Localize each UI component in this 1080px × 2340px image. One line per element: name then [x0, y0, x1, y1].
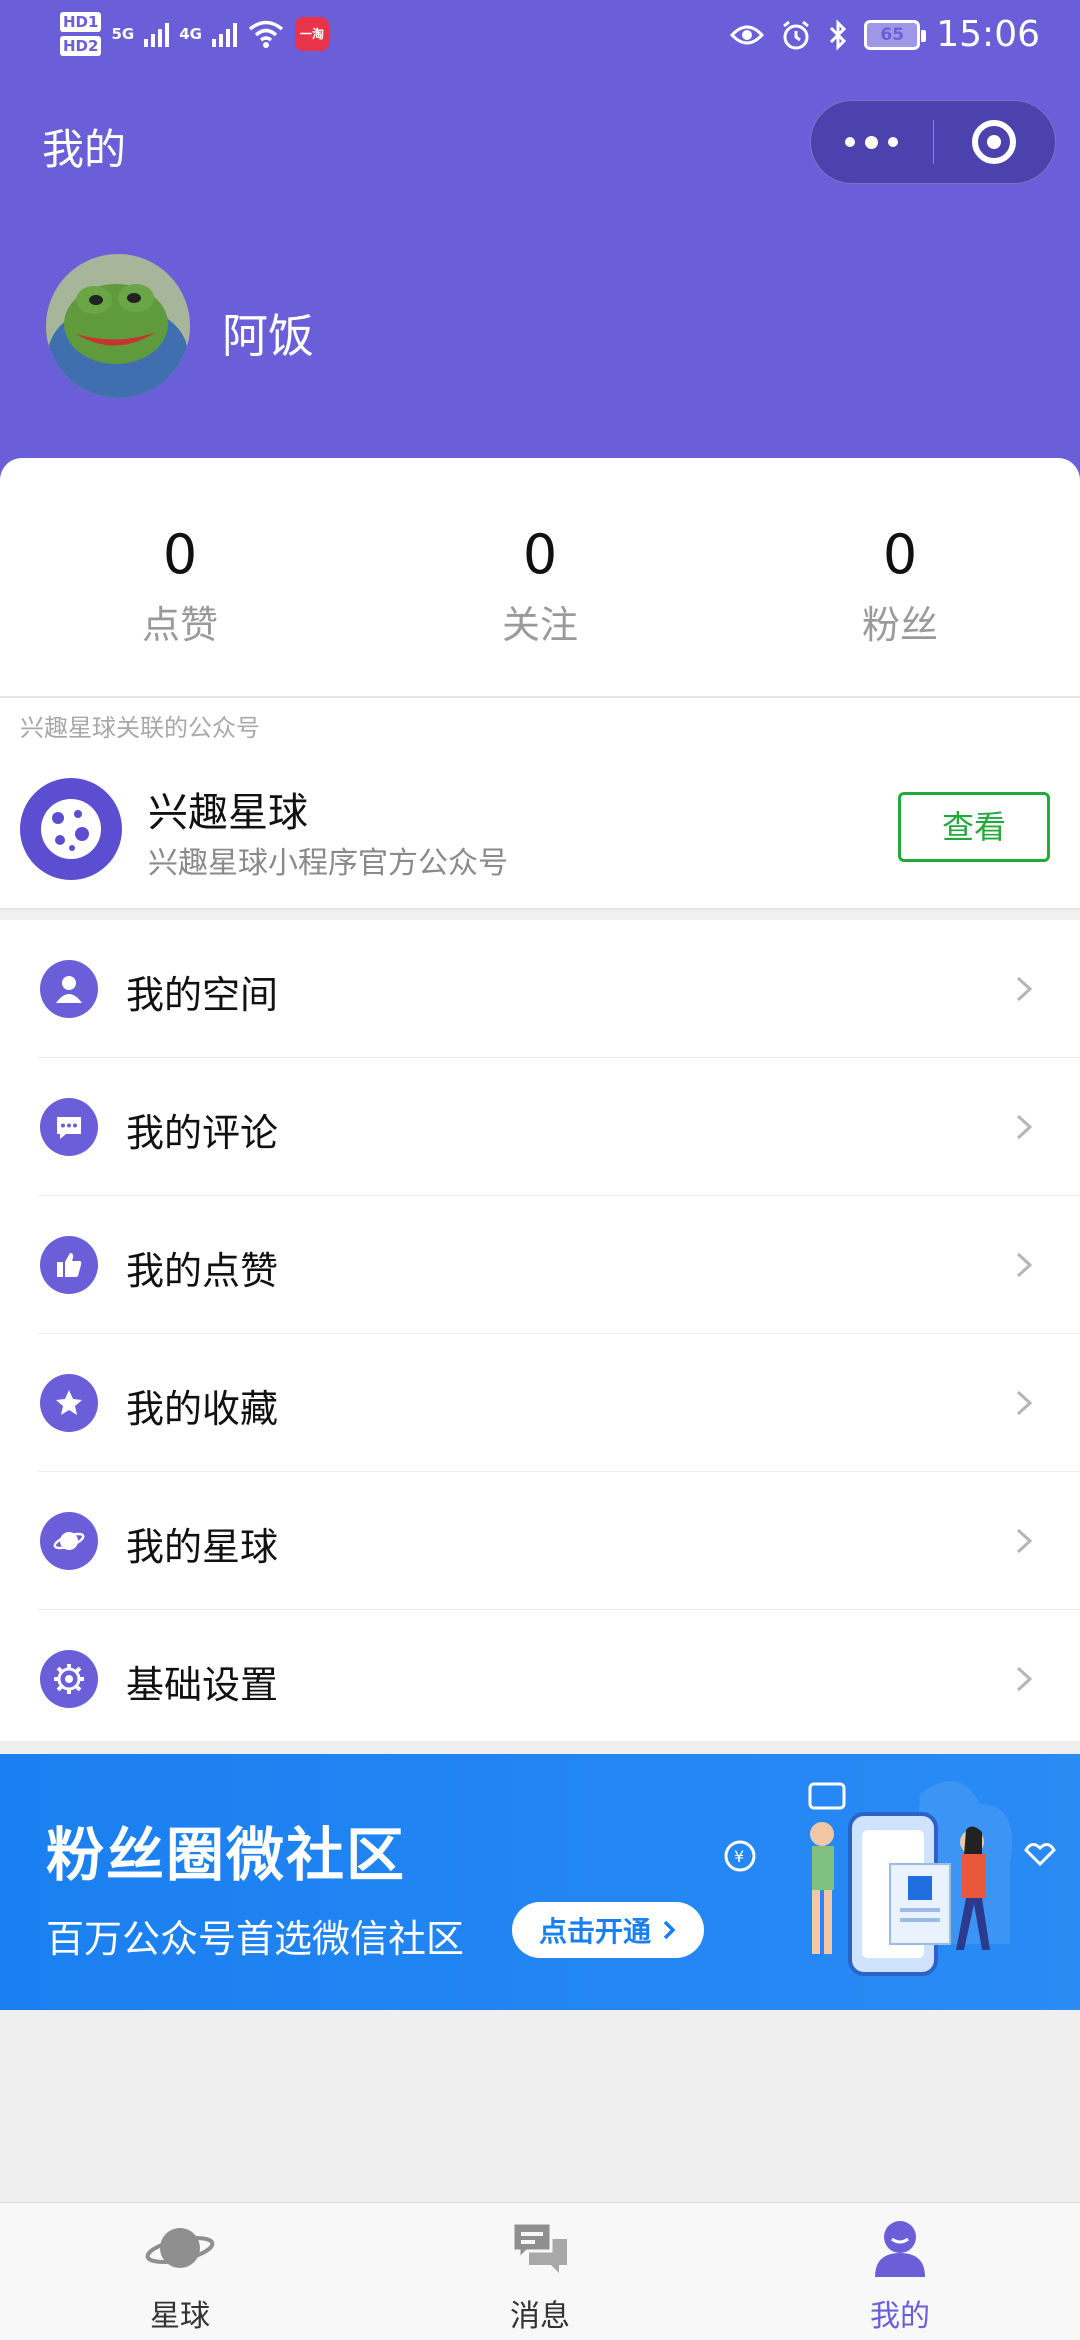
community-illustration: ¥: [724, 1781, 1056, 1976]
thumbs-up-icon: [40, 1236, 98, 1294]
stat-followers[interactable]: 0 粉丝: [800, 520, 1000, 649]
stat-label: 关注: [501, 603, 578, 647]
menu-item-label: 我的点赞: [126, 1249, 279, 1293]
battery-icon: 65: [864, 19, 927, 50]
chevron-right-icon: [1016, 1390, 1033, 1416]
cookie-planet-icon: [41, 799, 101, 859]
svg-text:¥: ¥: [734, 1847, 744, 1866]
signal-icon: [211, 21, 237, 47]
profile-card: 0 点赞 0 关注 0 粉丝 兴趣星球关联的公众号 兴趣星球 兴趣星球小程序官方…: [0, 458, 1080, 1741]
miniprogram-capsule: [810, 100, 1056, 184]
official-account-name: 兴趣星球: [148, 790, 308, 836]
planet-icon: [40, 1512, 98, 1570]
menu-item-label: 我的收藏: [126, 1387, 279, 1431]
alarm-icon: [783, 20, 810, 49]
wifi-icon: [248, 20, 284, 48]
star-icon: [40, 1374, 98, 1432]
avatar[interactable]: [46, 254, 190, 398]
menu-item-label: 我的星球: [126, 1525, 279, 1569]
more-button[interactable]: [811, 100, 933, 184]
frog-avatar-image: [46, 254, 190, 398]
user-name: 阿饭: [222, 309, 314, 363]
person-icon: [875, 2221, 925, 2277]
promo-banner[interactable]: 粉丝圈微社区 百万公众号首选微信社区 点击开通 ¥: [0, 1754, 1080, 2010]
user-icon: [40, 960, 98, 1018]
comment-icon: [40, 1098, 98, 1156]
menu-item-my-comments[interactable]: 我的评论: [0, 1058, 1080, 1196]
tab-planet[interactable]: 星球: [80, 2217, 280, 2335]
banner-button-label: 点击开通: [538, 1915, 651, 1948]
hd2-indicator: HD2: [60, 36, 102, 56]
bluetooth-icon: [830, 18, 847, 51]
chat-icon: [511, 2221, 567, 2273]
planet-icon: [145, 2228, 215, 2268]
banner-subtitle: 百万公众号首选微信社区: [46, 1917, 465, 1961]
stat-likes[interactable]: 0 点赞: [80, 520, 280, 649]
network-4g-label: 4G: [179, 25, 202, 43]
tab-label: 星球: [150, 2299, 210, 2334]
menu-item-my-planet[interactable]: 我的星球: [0, 1472, 1080, 1610]
stats-row: 0 点赞 0 关注 0 粉丝: [0, 458, 1080, 698]
target-icon: [972, 120, 1017, 164]
tab-label: 消息: [510, 2299, 570, 2334]
status-time: 15:06: [936, 14, 1040, 55]
menu-list: 我的空间 我的评论 我的点赞 我的收藏 我的星球 基础设置: [0, 920, 1080, 1748]
menu-item-label: 我的空间: [126, 973, 279, 1017]
stat-value: 0: [162, 523, 198, 586]
close-miniprogram-button[interactable]: [934, 100, 1056, 184]
chevron-right-icon: [1016, 1114, 1033, 1140]
banner-open-button[interactable]: 点击开通: [512, 1902, 704, 1958]
more-dots-icon: [845, 135, 899, 149]
chevron-right-icon: [1016, 1666, 1033, 1692]
menu-item-label: 我的评论: [126, 1111, 279, 1155]
official-account-card: 兴趣星球关联的公众号 兴趣星球 兴趣星球小程序官方公众号 查看: [0, 696, 1080, 910]
view-official-account-button[interactable]: 查看: [898, 792, 1050, 862]
signal-icon: [144, 21, 170, 47]
official-account-description: 兴趣星球小程序官方公众号: [148, 846, 508, 881]
menu-item-settings[interactable]: 基础设置: [0, 1610, 1080, 1748]
stat-label: 点赞: [141, 603, 218, 647]
tab-label: 我的: [870, 2299, 930, 2334]
menu-item-label: 基础设置: [126, 1663, 279, 1707]
official-account-logo: [20, 778, 122, 880]
gear-icon: [40, 1650, 98, 1708]
menu-item-my-likes[interactable]: 我的点赞: [0, 1196, 1080, 1334]
network-5g-label: 5G: [111, 25, 135, 43]
stat-label: 粉丝: [861, 603, 938, 647]
stat-following[interactable]: 0 关注: [440, 520, 640, 649]
chevron-right-icon: [1016, 1528, 1033, 1554]
chevron-right-icon: [1016, 1252, 1033, 1278]
bottom-tab-bar: 星球 消息 我的: [0, 2202, 1080, 2340]
banner-title: 粉丝圈微社区: [46, 1821, 407, 1889]
eye-icon: [730, 25, 765, 44]
stat-value: 0: [522, 523, 558, 586]
chevron-right-icon: [663, 1920, 676, 1940]
page-title: 我的: [42, 125, 127, 174]
section-divider: [0, 910, 1080, 920]
hd1-indicator: HD1: [60, 12, 102, 32]
app-notification-icon: 一淘: [294, 17, 329, 51]
menu-item-my-space[interactable]: 我的空间: [0, 920, 1080, 1058]
official-account-caption: 兴趣星球关联的公众号: [20, 714, 260, 742]
menu-item-my-favorites[interactable]: 我的收藏: [0, 1334, 1080, 1472]
chevron-right-icon: [1016, 976, 1033, 1002]
stat-value: 0: [882, 523, 918, 586]
tab-messages[interactable]: 消息: [440, 2217, 640, 2335]
tab-mine[interactable]: 我的: [800, 2217, 1000, 2335]
status-bar: HD1 HD2 5G 4G 一淘 65 15:06: [0, 0, 1080, 80]
